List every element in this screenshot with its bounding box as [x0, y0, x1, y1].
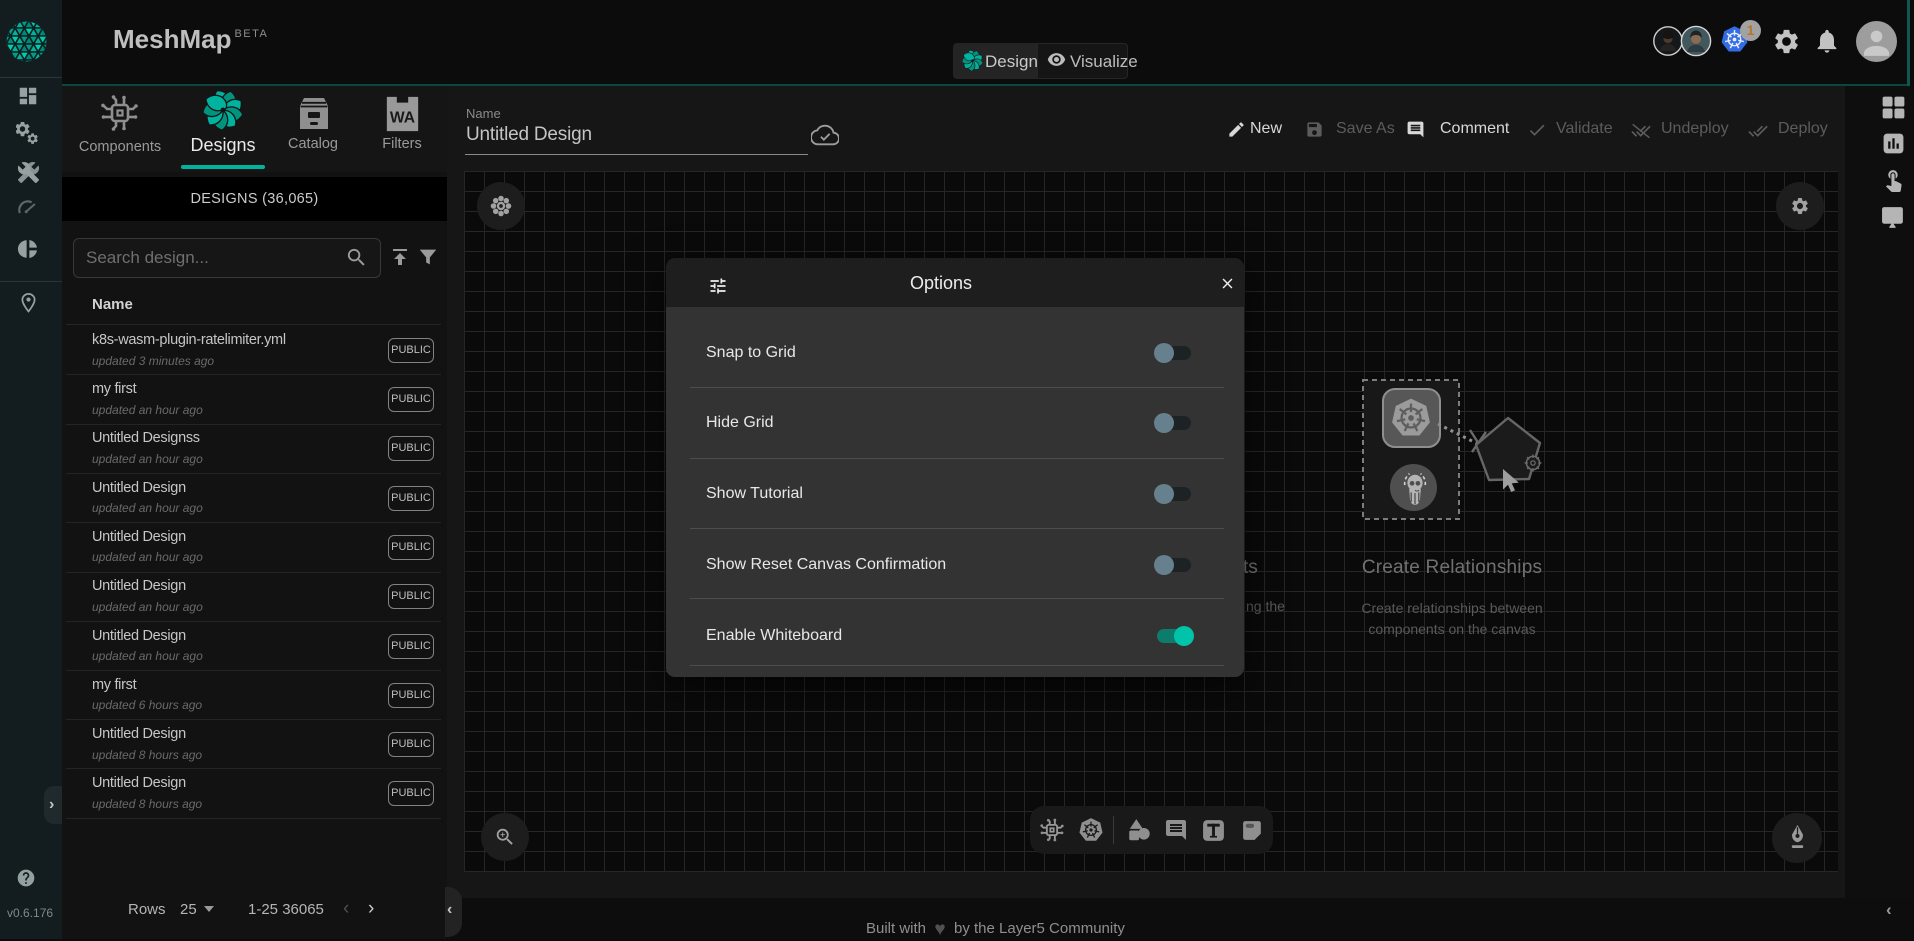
- svg-text:WA: WA: [390, 110, 415, 127]
